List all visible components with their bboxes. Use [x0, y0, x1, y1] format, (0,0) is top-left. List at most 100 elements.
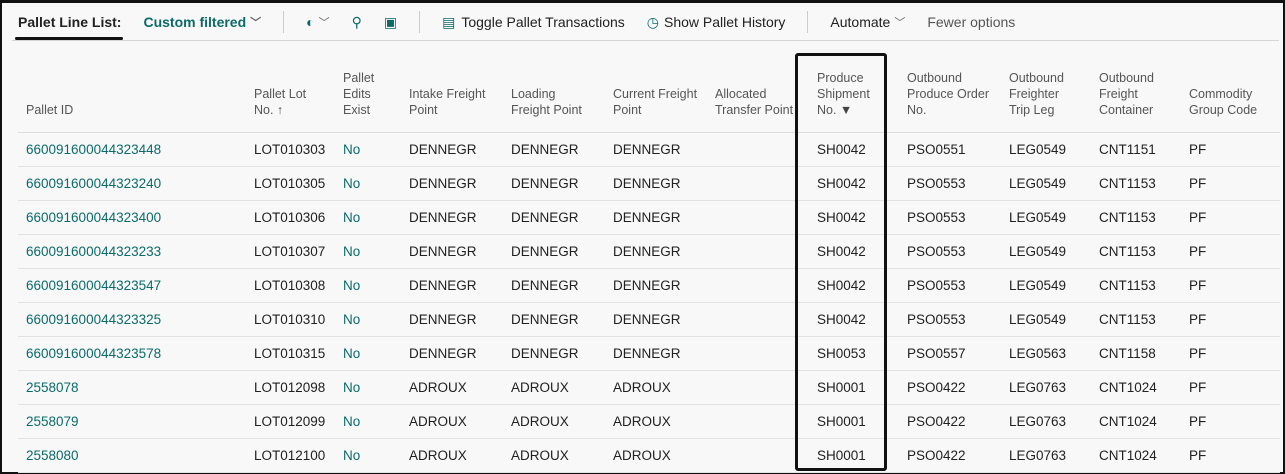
table-row[interactable]: 2558080 LOT012100 No ADROUX ADROUX ADROUX SH00… — [18, 438, 1280, 473]
column-header[interactable]: Intake Freight Point — [401, 54, 503, 133]
column-header[interactable]: Pallet Lot No. ↑ — [246, 54, 335, 133]
column-header-label: Pallet Lot No. ↑ — [254, 86, 307, 117]
table-cell: CNT1024 — [1091, 370, 1181, 405]
copilot-icon: ◐ — [306, 14, 315, 30]
divider — [12, 40, 1279, 41]
pallet-id-link[interactable]: 660091600044323448 — [18, 132, 246, 167]
column-header-label: Allocated Transfer Point — [715, 86, 794, 117]
table-cell: PF — [1181, 268, 1280, 303]
table-row[interactable]: 660091600044323400 LOT010306 No DENNEGR DENN… — [18, 200, 1280, 235]
column-header[interactable]: Outbound Produce Order No. — [899, 54, 1001, 133]
table-cell: SH0042 — [809, 268, 899, 303]
table-row[interactable]: 660091600044323578 LOT010315 No DENNEGR DENN… — [18, 336, 1280, 371]
table-row[interactable]: 2558078 LOT012098 No ADROUX ADROUX ADROUX SH00… — [18, 370, 1280, 405]
table-cell: LEG0563 — [1001, 336, 1091, 371]
column-header[interactable]: Current Freight Point — [605, 54, 707, 133]
table-cell: DENNEGR — [401, 268, 503, 303]
divider — [283, 11, 285, 33]
table-row[interactable]: 660091600044323547 LOT010308 No DENNEGR DENN… — [18, 268, 1280, 303]
table-row[interactable]: 660091600044323240 LOT010305 No DENNEGR DENN… — [18, 166, 1280, 201]
table-row[interactable]: 660091600044323233 LOT010307 No DENNEGR DENN… — [18, 234, 1280, 269]
column-header[interactable]: Outbound Freight Container — [1091, 54, 1181, 133]
table-cell: DENNEGR — [605, 302, 707, 337]
table-cell: LOT012099 — [246, 404, 335, 439]
edits-exist-link[interactable]: No — [335, 336, 401, 371]
table-cell: DENNEGR — [401, 234, 503, 269]
edits-exist-link[interactable]: No — [335, 370, 401, 405]
table-cell — [707, 370, 809, 405]
table-cell: PSO0557 — [899, 336, 1001, 371]
table-cell: CNT1024 — [1091, 438, 1181, 473]
column-header-label: Pallet ID — [26, 102, 74, 117]
edits-exist-link[interactable]: No — [335, 268, 401, 303]
table-cell: DENNEGR — [605, 336, 707, 371]
table-cell: PF — [1181, 200, 1280, 235]
table-cell: CNT1153 — [1091, 200, 1181, 235]
show-pallet-history-button[interactable]: ◷ Show Pallet History — [647, 14, 786, 31]
table-cell: LOT010306 — [246, 200, 335, 235]
table-cell: LOT012098 — [246, 370, 335, 405]
column-header[interactable]: Outbound Freighter Trip Leg — [1001, 54, 1091, 133]
table-row[interactable]: 660091600044323448 LOT010303 No DENNEGR DENN… — [18, 132, 1280, 167]
layout-button[interactable]: ▣ — [384, 14, 397, 31]
table-cell: ADROUX — [401, 404, 503, 439]
table-cell: LEG0763 — [1001, 370, 1091, 405]
table-cell — [707, 302, 809, 337]
automate-menu[interactable]: Automate ﹀ — [830, 14, 905, 30]
table-cell — [707, 336, 809, 371]
table-cell: SH0042 — [809, 200, 899, 235]
copilot-button[interactable]: ◐ ﹀ — [306, 14, 329, 30]
table-cell: CNT1024 — [1091, 404, 1181, 439]
table-cell: CNT1153 — [1091, 234, 1181, 269]
pallet-id-link[interactable]: 660091600044323240 — [18, 166, 246, 201]
table-cell — [707, 404, 809, 439]
pallet-id-link[interactable]: 2558078 — [18, 370, 246, 405]
table-cell: DENNEGR — [605, 200, 707, 235]
edits-exist-link[interactable]: No — [335, 234, 401, 269]
table-cell: ADROUX — [605, 404, 707, 439]
pallet-id-link[interactable]: 660091600044323578 — [18, 336, 246, 371]
table-cell: DENNEGR — [401, 302, 503, 337]
pallet-id-link[interactable]: 660091600044323325 — [18, 302, 246, 337]
table-row[interactable]: 660091600044323325 LOT010310 No DENNEGR DENN… — [18, 302, 1280, 337]
table-cell: LEG0549 — [1001, 302, 1091, 337]
search-icon: ⚲ — [351, 13, 362, 30]
column-header-label: Commodity Group Code — [1189, 86, 1258, 117]
table-cell: PSO0553 — [899, 302, 1001, 337]
column-header[interactable]: Produce Shipment No. ▼ — [809, 54, 899, 133]
table-cell: SH0001 — [809, 438, 899, 473]
column-header[interactable]: Pallet Edits Exist — [335, 54, 401, 133]
column-header[interactable]: Pallet ID — [18, 54, 246, 133]
table-cell: LOT010315 — [246, 336, 335, 371]
table-cell: SH0042 — [809, 234, 899, 269]
edits-exist-link[interactable]: No — [335, 132, 401, 167]
column-header[interactable]: Loading Freight Point — [503, 54, 605, 133]
view-label: Custom filtered — [143, 14, 247, 30]
table-cell: ADROUX — [401, 438, 503, 473]
table-cell: SH0042 — [809, 132, 899, 167]
pallet-id-link[interactable]: 660091600044323547 — [18, 268, 246, 303]
layout-icon: ▣ — [383, 13, 398, 30]
pallet-id-link[interactable]: 2558080 — [18, 438, 246, 473]
edits-exist-link[interactable]: No — [335, 302, 401, 337]
table-cell: DENNEGR — [503, 234, 605, 269]
edits-exist-link[interactable]: No — [335, 404, 401, 439]
table-row[interactable]: 2558079 LOT012099 No ADROUX ADROUX ADROUX SH00… — [18, 404, 1280, 439]
column-header[interactable]: Commodity Group Code — [1181, 54, 1280, 133]
table-cell: ADROUX — [605, 438, 707, 473]
column-header-label: Outbound Freight Container — [1099, 70, 1154, 117]
pallet-id-link[interactable]: 660091600044323233 — [18, 234, 246, 269]
table-cell: LEG0763 — [1001, 438, 1091, 473]
pallet-id-link[interactable]: 2558079 — [18, 404, 246, 439]
toggle-pallet-transactions-button[interactable]: ▤ Toggle Pallet Transactions — [442, 14, 625, 31]
table-cell: PSO0422 — [899, 404, 1001, 439]
view-selector[interactable]: Custom filtered ﹀ — [143, 14, 261, 30]
automate-label: Automate — [830, 14, 891, 30]
search-button[interactable]: ⚲ — [352, 14, 362, 31]
column-header[interactable]: Allocated Transfer Point — [707, 54, 809, 133]
fewer-options-button[interactable]: Fewer options — [927, 14, 1015, 30]
edits-exist-link[interactable]: No — [335, 438, 401, 473]
pallet-id-link[interactable]: 660091600044323400 — [18, 200, 246, 235]
edits-exist-link[interactable]: No — [335, 200, 401, 235]
edits-exist-link[interactable]: No — [335, 166, 401, 201]
